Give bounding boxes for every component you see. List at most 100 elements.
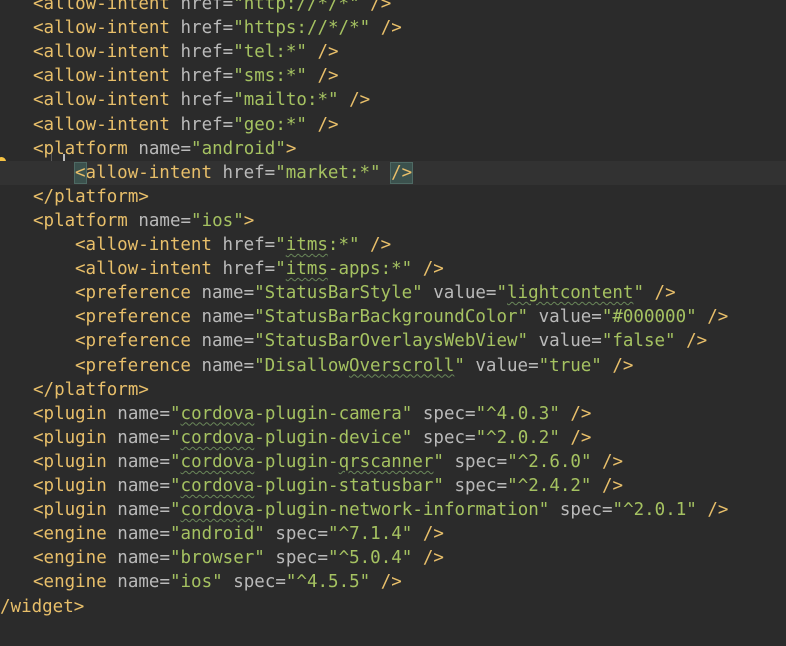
code-token-tag: /> [306,114,339,135]
code-token-tag: /> [370,572,402,593]
code-token-tag: > [285,138,297,159]
code-token-tag: <allow-intent [75,235,223,255]
code-token-string: " [169,476,181,496]
code-token-string: "android" [169,524,265,545]
code-line[interactable]: <preference name="StatusBarBackgroundCol… [0,305,728,329]
code-token-attribute: spec= [264,524,329,545]
code-token-string: -plugin-camera" [254,403,413,424]
code-token-string: "^4.0.3" [475,403,560,424]
code-token-tag: > [243,210,255,231]
code-line[interactable]: <preference name="DisallowOverscroll" va… [0,354,633,378]
code-token-string: "tel:*" [233,42,307,63]
code-token-tag: /> [601,355,634,376]
code-token-string: -apps:*" [327,259,413,280]
code-token-string: " [169,427,181,448]
code-token-tag: /> [359,0,392,14]
code-token-tag: <allow-intent [33,66,181,87]
code-token-attribute: href= [222,259,276,280]
code-line[interactable]: <allow-intent href="https://*/*" /> [0,16,402,40]
code-line[interactable]: <allow-intent href="geo:*" /> [0,113,339,137]
code-line[interactable]: <engine name="ios" spec="^4.5.5" /> [0,570,402,594]
code-token-attribute: name= [117,476,170,496]
code-token-tag: <allow-intent [33,42,181,63]
code-token-string: "^2.4.2" [507,476,592,496]
code-token-tag: /> [559,427,592,448]
code-token-misspelled: itms [285,259,328,280]
code-line[interactable]: <allow-intent href="http://*/*" /> [0,0,391,16]
code-token-attribute: name= [201,307,255,328]
code-token-attribute: spec= [264,548,329,569]
code-token-attribute: value= [464,355,539,376]
code-line[interactable]: </platform> [0,185,149,209]
code-token-string: "StatusBarOverlaysWebView" [254,331,529,352]
code-token-tag: /> [696,500,729,521]
code-line[interactable]: <allow-intent href="itms-apps:*" /> [0,257,444,281]
code-token-attribute: spec= [412,403,476,424]
code-line[interactable]: <plugin name="cordova-plugin-statusbar" … [0,474,623,498]
code-token-string: "market:*" [275,162,381,183]
code-line[interactable]: <plugin name="cordova-plugin-network-inf… [0,498,728,522]
code-token-string: -plugin- [254,451,339,472]
code-token-misspelled: itms [285,235,328,255]
code-token-tag: </platform> [33,186,149,207]
code-token-string: " [633,283,644,304]
code-token-attribute: href= [180,18,234,39]
code-line[interactable]: /widget> [0,595,84,619]
code-token-tag: <preference [75,331,202,352]
code-token-string: "https://*/*" [233,18,371,39]
code-token-tag: <allow-intent [33,90,181,111]
code-token-string: "^2.6.0" [507,451,592,472]
code-token-tag: /> [591,451,624,472]
code-line[interactable]: <engine name="browser" spec="^5.0.4" /> [0,546,444,570]
code-token-tag: /> [338,90,371,111]
code-token-string: " [454,355,465,376]
code-token-attribute: href= [180,0,234,14]
code-token-attribute: name= [117,427,170,448]
code-token-tag: <platform [33,138,139,159]
code-line[interactable]: <plugin name="cordova-plugin-device" spe… [0,426,591,450]
code-editor[interactable]: <allow-intent href="http://*/*" /> <allow… [0,0,786,646]
code-token-tag: <preference [75,307,202,328]
code-line[interactable]: <plugin name="cordova-plugin-camera" spe… [0,402,591,426]
code-token-tag: /> [412,524,444,545]
code-token-misspelled: cordova [180,427,255,448]
code-token-string: " [496,283,508,304]
code-token-tag: <preference [75,355,202,376]
code-token-tag: <platform [33,210,139,231]
code-token-tag: /> [644,283,676,304]
code-token-tag: <allow-intent [75,259,223,280]
code-token-string: "geo:*" [233,114,307,135]
code-token-string: " [169,451,181,472]
code-line[interactable]: <allow-intent href="sms:*" /> [0,64,339,88]
code-line[interactable]: <plugin name="cordova-plugin-qrscanner" … [0,450,623,474]
code-token-string: " [169,403,181,424]
code-token-attribute: name= [117,500,170,521]
code-line-current[interactable]: <allow-intent href="market:*" /> [0,160,786,185]
code-line[interactable]: <allow-intent href="mailto:*" /> [0,88,370,112]
code-token-attribute: name= [117,572,170,593]
code-line[interactable]: <platform name="android"> [0,137,296,161]
code-line[interactable]: <platform name="ios"> [0,209,254,233]
code-line[interactable]: <allow-intent href="tel:*" /> [0,40,339,64]
code-line[interactable]: <preference name="StatusBarStyle" value=… [0,281,676,305]
code-line[interactable]: <preference name="StatusBarOverlaysWebVi… [0,329,707,353]
code-token-bracket-match: /> [390,161,414,184]
code-line[interactable]: <engine name="android" spec="^7.1.4" /> [0,522,444,546]
code-token-string: " [433,451,444,472]
code-token-attribute: name= [138,210,192,231]
code-token-attribute: spec= [412,427,476,448]
code-token-tag: <engine [33,524,118,545]
code-token-attribute: value= [528,307,602,328]
code-token-tag: /> [359,235,392,255]
code-token-tag: /> [306,66,339,87]
code-token-string: "^7.1.4" [328,524,413,545]
code-line[interactable]: </platform> [0,378,149,402]
code-token-string: "false" [601,331,676,352]
code-token-attribute: value= [422,283,497,304]
code-token-tag: /> [591,476,624,496]
code-token-tag: <allow-intent [33,114,181,135]
code-token-attribute: spec= [443,451,508,472]
code-token-tag: <allow-intent [33,18,181,39]
code-token-misspelled: qrscanner [338,451,434,472]
code-line[interactable]: <allow-intent href="itms:*" /> [0,233,391,257]
